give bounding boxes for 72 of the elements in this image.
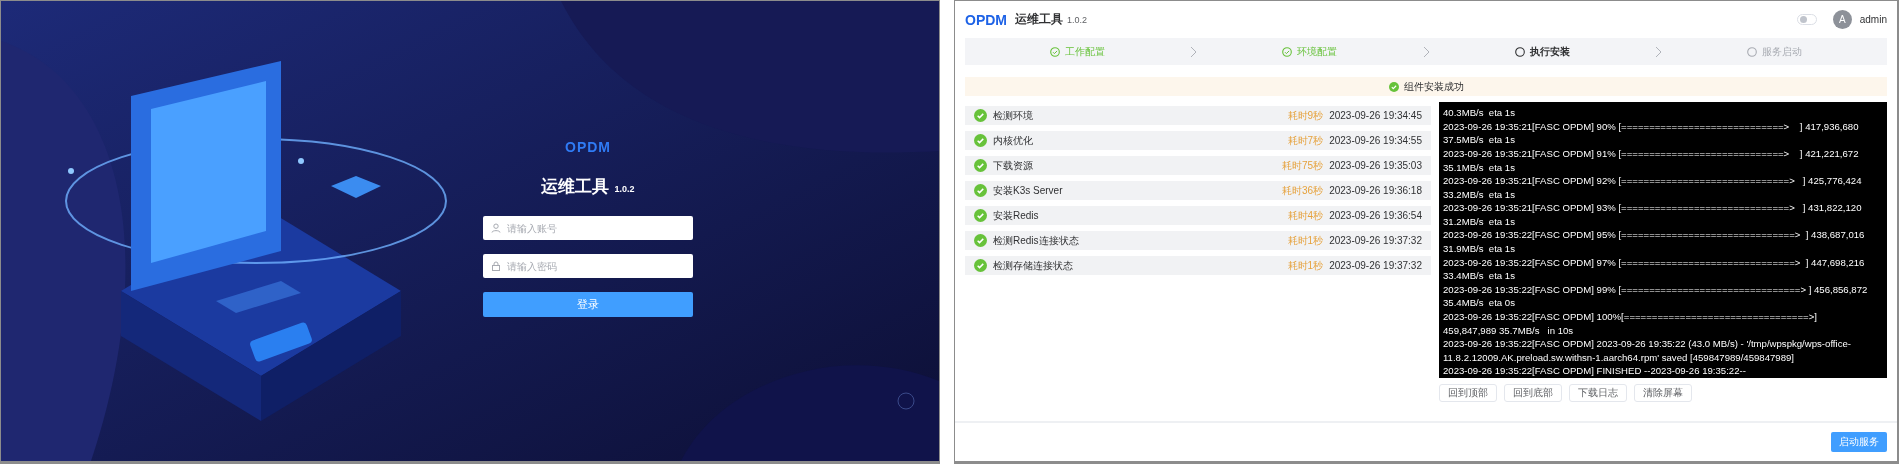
- log-line: 2023-09-26 19:35:22[FASC OPDM] FINISHED --2023-09-26 19:35:22--: [1443, 364, 1747, 378]
- task-name: 内核优化: [993, 133, 1034, 148]
- task-time: 2023-09-26 19:36:18: [1329, 185, 1422, 196]
- check-circle-icon: [1050, 46, 1061, 57]
- step-item[interactable]: 执行安装: [1429, 44, 1655, 59]
- task-duration: 耗时4秒: [1287, 208, 1324, 223]
- app-title: 运维工具: [1015, 11, 1063, 28]
- task-duration: 耗时1秒: [1287, 233, 1324, 248]
- task-time: 2023-09-26 19:37:32: [1329, 235, 1422, 246]
- chevron-icon: [1654, 45, 1662, 58]
- log-line: 2023-09-26 19:35:21[FASC OPDM] 91% [=============================> ] 421,221,672: [1443, 146, 1860, 161]
- input-field[interactable]: 请输入账号: [483, 216, 693, 240]
- log-line: 2023-09-26 19:35:22[FASC OPDM] 2023-09-26 19:35:22 (43.0 MB/s) - '/tmp/wpspkg/wps-office-: [1443, 337, 1852, 351]
- log-line: 33.4MB/s eta 1s: [1443, 269, 1516, 283]
- success-alert: 组件安装成功: [965, 77, 1887, 96]
- log-line: 2023-09-26 19:35:22[FASC OPDM] 99% [================================> ] 456,856,872: [1443, 282, 1869, 297]
- log-line: 31.9MB/s eta 1s: [1443, 242, 1516, 256]
- log-line: 35.4MB/s eta 0s: [1443, 296, 1516, 311]
- lock-icon: [491, 261, 501, 271]
- version-label: 1.0.2: [1067, 14, 1088, 25]
- task-name: 安装Redis: [993, 208, 1040, 223]
- task-time: 2023-09-26 19:36:54: [1329, 210, 1422, 221]
- log-line: 459,847,989 35.7MB/s in 10s: [1443, 323, 1575, 338]
- task-name: 下载资源: [993, 158, 1034, 173]
- step-item[interactable]: 工作配置: [965, 44, 1191, 59]
- log-line: 40.3MB/s eta 1s: [1443, 106, 1516, 120]
- log-button[interactable]: 清除屏幕: [1634, 384, 1692, 402]
- chevron-icon: [1422, 45, 1430, 58]
- log-line: 33.2MB/s eta 1s: [1443, 187, 1516, 202]
- step-item[interactable]: 环境配置: [1197, 44, 1423, 59]
- chevron-icon: [1190, 45, 1198, 58]
- logo-text: OPDM: [565, 139, 611, 155]
- log-button[interactable]: 回到底部: [1504, 384, 1562, 402]
- task-name: 检测环境: [993, 108, 1034, 123]
- task-name: 安装K3s Server: [993, 183, 1064, 198]
- user-name: admin: [1859, 14, 1887, 25]
- log-line: 2023-09-26 19:35:22[FASC OPDM] 97% [===============================> ] 447,698,216: [1443, 255, 1866, 270]
- log-line: 35.1MB/s eta 1s: [1443, 160, 1516, 175]
- check-circle-icon: [1282, 46, 1293, 57]
- step-item[interactable]: 服务启动: [1661, 44, 1887, 59]
- login-button[interactable]: 登录: [483, 292, 693, 317]
- task-time: 2023-09-26 19:35:03: [1329, 160, 1422, 171]
- task-name: 检测Redis连接状态: [993, 233, 1080, 248]
- task-time: 2023-09-26 19:34:55: [1329, 135, 1422, 146]
- task-duration: 耗时7秒: [1287, 133, 1324, 148]
- app-title: 运维工具: [541, 176, 610, 198]
- log-line: 2023-09-26 19:35:22[FASC OPDM] 100%[=================================>]: [1443, 310, 1818, 324]
- circle-icon: [1514, 46, 1525, 57]
- task-time: 2023-09-26 19:37:32: [1329, 260, 1422, 271]
- log-line: 2023-09-26 19:35:21[FASC OPDM] 90% [=============================> ] 417,936,680: [1443, 119, 1860, 134]
- log-line: 11.8.2.12009.AK.preload.sw.withsn-1.aarch64.rpm' saved [459847989/459847989]: [1443, 350, 1795, 365]
- version-label: 1.0.2: [614, 184, 635, 194]
- task-duration: 耗时1秒: [1287, 258, 1324, 273]
- log-line: 31.2MB/s eta 1s: [1443, 214, 1516, 229]
- task-duration: 耗时36秒: [1282, 183, 1324, 198]
- user-avatar[interactable]: A: [1832, 10, 1852, 29]
- logo-text: OPDM: [965, 11, 1007, 28]
- log-line: 2023-09-26 19:35:21[FASC OPDM] 93% [==============================> ] 431,822,120: [1443, 201, 1863, 215]
- log-button[interactable]: 下载日志: [1569, 384, 1627, 402]
- user-icon: [491, 223, 501, 233]
- log-line: 37.5MB/s eta 1s: [1443, 133, 1516, 147]
- task-duration: 耗时75秒: [1282, 158, 1324, 173]
- task-name: 检测存储连接状态: [993, 258, 1074, 273]
- input-field[interactable]: 请输入密码: [483, 254, 693, 278]
- task-duration: 耗时9秒: [1287, 108, 1324, 123]
- start-service-button[interactable]: 启动服务: [1831, 432, 1887, 452]
- circle-icon: [1746, 46, 1757, 57]
- task-time: 2023-09-26 19:34:45: [1329, 110, 1422, 121]
- theme-toggle[interactable]: [1796, 14, 1817, 25]
- log-line: 2023-09-26 19:35:22[FASC OPDM] 95% [===============================> ] 438,687,016: [1443, 228, 1866, 243]
- log-button[interactable]: 回到顶部: [1439, 384, 1497, 402]
- log-line: 2023-09-26 19:35:21[FASC OPDM] 92% [==============================> ] 425,776,424: [1443, 174, 1863, 188]
